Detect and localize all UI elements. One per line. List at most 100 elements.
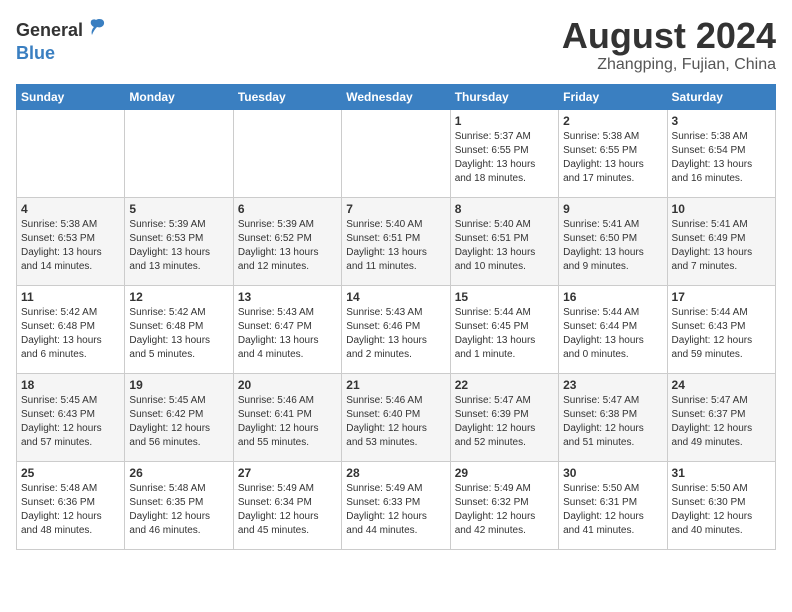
calendar-cell	[125, 109, 233, 197]
day-number: 3	[672, 114, 771, 128]
calendar-cell: 2 Sunrise: 5:38 AM Sunset: 6:55 PM Daylig…	[559, 109, 667, 197]
calendar-cell: 12Sunrise: 5:42 AM Sunset: 6:48 PM Dayli…	[125, 285, 233, 373]
calendar-cell: 3 Sunrise: 5:38 AM Sunset: 6:54 PM Daylig…	[667, 109, 775, 197]
month-year: August 2024	[562, 16, 776, 56]
calendar-cell: 27 Sunrise: 5:49 AM Sunset: 6:34 PM Dayli…	[233, 461, 341, 549]
calendar-cell: 15 Sunrise: 5:44 AM Sunset: 6:45 PM Dayli…	[450, 285, 558, 373]
day-number: 29	[455, 466, 554, 480]
calendar-cell	[17, 109, 125, 197]
day-info: Sunrise: 5:44 AM Sunset: 6:43 PM Dayligh…	[672, 306, 771, 362]
day-info: Sunrise: 5:48 AM Sunset: 6:36 PM Dayligh…	[21, 482, 120, 538]
day-number: 21	[346, 378, 445, 392]
day-info: Sunrise: 5:49 AM Sunset: 6:33 PM Dayligh…	[346, 482, 445, 538]
day-info: Sunrise: 5:39 AM Sunset: 6:53 PM Dayligh…	[129, 218, 228, 274]
day-info: Sunrise: 5:50 AM Sunset: 6:30 PM Dayligh…	[672, 482, 771, 538]
calendar-cell: 8Sunrise: 5:40 AM Sunset: 6:51 PM Daylig…	[450, 197, 558, 285]
day-number: 30	[563, 466, 662, 480]
calendar-cell: 7 Sunrise: 5:40 AM Sunset: 6:51 PM Daylig…	[342, 197, 450, 285]
day-info: Sunrise: 5:39 AM Sunset: 6:52 PM Dayligh…	[238, 218, 337, 274]
calendar-week-row: 18 Sunrise: 5:45 AM Sunset: 6:43 PM Dayli…	[17, 373, 776, 461]
calendar-cell: 29 Sunrise: 5:49 AM Sunset: 6:32 PM Dayli…	[450, 461, 558, 549]
day-info: Sunrise: 5:41 AM Sunset: 6:50 PM Dayligh…	[563, 218, 662, 274]
day-info: Sunrise: 5:49 AM Sunset: 6:32 PM Dayligh…	[455, 482, 554, 538]
calendar-cell: 19Sunrise: 5:45 AM Sunset: 6:42 PM Dayli…	[125, 373, 233, 461]
header: General Blue August 2024 Zhangping, Fuji…	[16, 16, 776, 74]
calendar-cell: 18 Sunrise: 5:45 AM Sunset: 6:43 PM Dayli…	[17, 373, 125, 461]
day-number: 7	[346, 202, 445, 216]
day-number: 28	[346, 466, 445, 480]
day-info: Sunrise: 5:43 AM Sunset: 6:46 PM Dayligh…	[346, 306, 445, 362]
calendar-cell: 22Sunrise: 5:47 AM Sunset: 6:39 PM Dayli…	[450, 373, 558, 461]
day-number: 24	[672, 378, 771, 392]
day-number: 27	[238, 466, 337, 480]
calendar-cell: 25 Sunrise: 5:48 AM Sunset: 6:36 PM Dayli…	[17, 461, 125, 549]
day-info: Sunrise: 5:50 AM Sunset: 6:31 PM Dayligh…	[563, 482, 662, 538]
day-info: Sunrise: 5:38 AM Sunset: 6:55 PM Dayligh…	[563, 130, 662, 186]
calendar-cell: 6 Sunrise: 5:39 AM Sunset: 6:52 PM Daylig…	[233, 197, 341, 285]
calendar-cell: 23Sunrise: 5:47 AM Sunset: 6:38 PM Dayli…	[559, 373, 667, 461]
day-number: 18	[21, 378, 120, 392]
day-number: 23	[563, 378, 662, 392]
calendar-cell: 17 Sunrise: 5:44 AM Sunset: 6:43 PM Dayli…	[667, 285, 775, 373]
calendar-cell: 24 Sunrise: 5:47 AM Sunset: 6:37 PM Dayli…	[667, 373, 775, 461]
day-number: 16	[563, 290, 662, 304]
day-number: 6	[238, 202, 337, 216]
weekday-header-row: SundayMondayTuesdayWednesdayThursdayFrid…	[17, 84, 776, 109]
calendar-week-row: 4Sunrise: 5:38 AM Sunset: 6:53 PM Daylig…	[17, 197, 776, 285]
day-number: 13	[238, 290, 337, 304]
location: Zhangping, Fujian, China	[562, 56, 776, 74]
calendar-week-row: 25 Sunrise: 5:48 AM Sunset: 6:36 PM Dayli…	[17, 461, 776, 549]
logo: General Blue	[16, 16, 107, 62]
day-number: 25	[21, 466, 120, 480]
day-info: Sunrise: 5:46 AM Sunset: 6:41 PM Dayligh…	[238, 394, 337, 450]
day-info: Sunrise: 5:45 AM Sunset: 6:42 PM Dayligh…	[129, 394, 228, 450]
day-info: Sunrise: 5:47 AM Sunset: 6:37 PM Dayligh…	[672, 394, 771, 450]
day-info: Sunrise: 5:40 AM Sunset: 6:51 PM Dayligh…	[346, 218, 445, 274]
calendar-cell: 20 Sunrise: 5:46 AM Sunset: 6:41 PM Dayli…	[233, 373, 341, 461]
logo-bird-icon	[85, 16, 107, 44]
day-info: Sunrise: 5:46 AM Sunset: 6:40 PM Dayligh…	[346, 394, 445, 450]
day-info: Sunrise: 5:40 AM Sunset: 6:51 PM Dayligh…	[455, 218, 554, 274]
weekday-header-friday: Friday	[559, 84, 667, 109]
day-number: 15	[455, 290, 554, 304]
calendar-cell: 26 Sunrise: 5:48 AM Sunset: 6:35 PM Dayli…	[125, 461, 233, 549]
calendar-cell: 16 Sunrise: 5:44 AM Sunset: 6:44 PM Dayli…	[559, 285, 667, 373]
logo-blue: Blue	[16, 44, 107, 62]
day-info: Sunrise: 5:43 AM Sunset: 6:47 PM Dayligh…	[238, 306, 337, 362]
weekday-header-wednesday: Wednesday	[342, 84, 450, 109]
day-number: 5	[129, 202, 228, 216]
calendar-cell: 21 Sunrise: 5:46 AM Sunset: 6:40 PM Dayli…	[342, 373, 450, 461]
calendar-cell: 10Sunrise: 5:41 AM Sunset: 6:49 PM Dayli…	[667, 197, 775, 285]
day-info: Sunrise: 5:49 AM Sunset: 6:34 PM Dayligh…	[238, 482, 337, 538]
day-number: 9	[563, 202, 662, 216]
day-number: 22	[455, 378, 554, 392]
calendar-cell: 4Sunrise: 5:38 AM Sunset: 6:53 PM Daylig…	[17, 197, 125, 285]
calendar-cell: 28 Sunrise: 5:49 AM Sunset: 6:33 PM Dayli…	[342, 461, 450, 549]
calendar-cell: 5 Sunrise: 5:39 AM Sunset: 6:53 PM Daylig…	[125, 197, 233, 285]
day-number: 26	[129, 466, 228, 480]
day-number: 1	[455, 114, 554, 128]
day-info: Sunrise: 5:37 AM Sunset: 6:55 PM Dayligh…	[455, 130, 554, 186]
calendar-week-row: 1 Sunrise: 5:37 AM Sunset: 6:55 PM Daylig…	[17, 109, 776, 197]
weekday-header-saturday: Saturday	[667, 84, 775, 109]
calendar-cell: 9 Sunrise: 5:41 AM Sunset: 6:50 PM Daylig…	[559, 197, 667, 285]
day-info: Sunrise: 5:41 AM Sunset: 6:49 PM Dayligh…	[672, 218, 771, 274]
day-info: Sunrise: 5:38 AM Sunset: 6:54 PM Dayligh…	[672, 130, 771, 186]
title-area: August 2024 Zhangping, Fujian, China	[562, 16, 776, 74]
day-info: Sunrise: 5:42 AM Sunset: 6:48 PM Dayligh…	[129, 306, 228, 362]
day-number: 2	[563, 114, 662, 128]
calendar-cell	[233, 109, 341, 197]
calendar-cell: 14Sunrise: 5:43 AM Sunset: 6:46 PM Dayli…	[342, 285, 450, 373]
calendar-cell: 30 Sunrise: 5:50 AM Sunset: 6:31 PM Dayli…	[559, 461, 667, 549]
day-info: Sunrise: 5:44 AM Sunset: 6:44 PM Dayligh…	[563, 306, 662, 362]
day-info: Sunrise: 5:45 AM Sunset: 6:43 PM Dayligh…	[21, 394, 120, 450]
calendar-cell: 11Sunrise: 5:42 AM Sunset: 6:48 PM Dayli…	[17, 285, 125, 373]
day-number: 17	[672, 290, 771, 304]
day-info: Sunrise: 5:38 AM Sunset: 6:53 PM Dayligh…	[21, 218, 120, 274]
day-info: Sunrise: 5:44 AM Sunset: 6:45 PM Dayligh…	[455, 306, 554, 362]
day-number: 11	[21, 290, 120, 304]
weekday-header-thursday: Thursday	[450, 84, 558, 109]
day-number: 20	[238, 378, 337, 392]
day-info: Sunrise: 5:48 AM Sunset: 6:35 PM Dayligh…	[129, 482, 228, 538]
calendar-table: SundayMondayTuesdayWednesdayThursdayFrid…	[16, 84, 776, 550]
